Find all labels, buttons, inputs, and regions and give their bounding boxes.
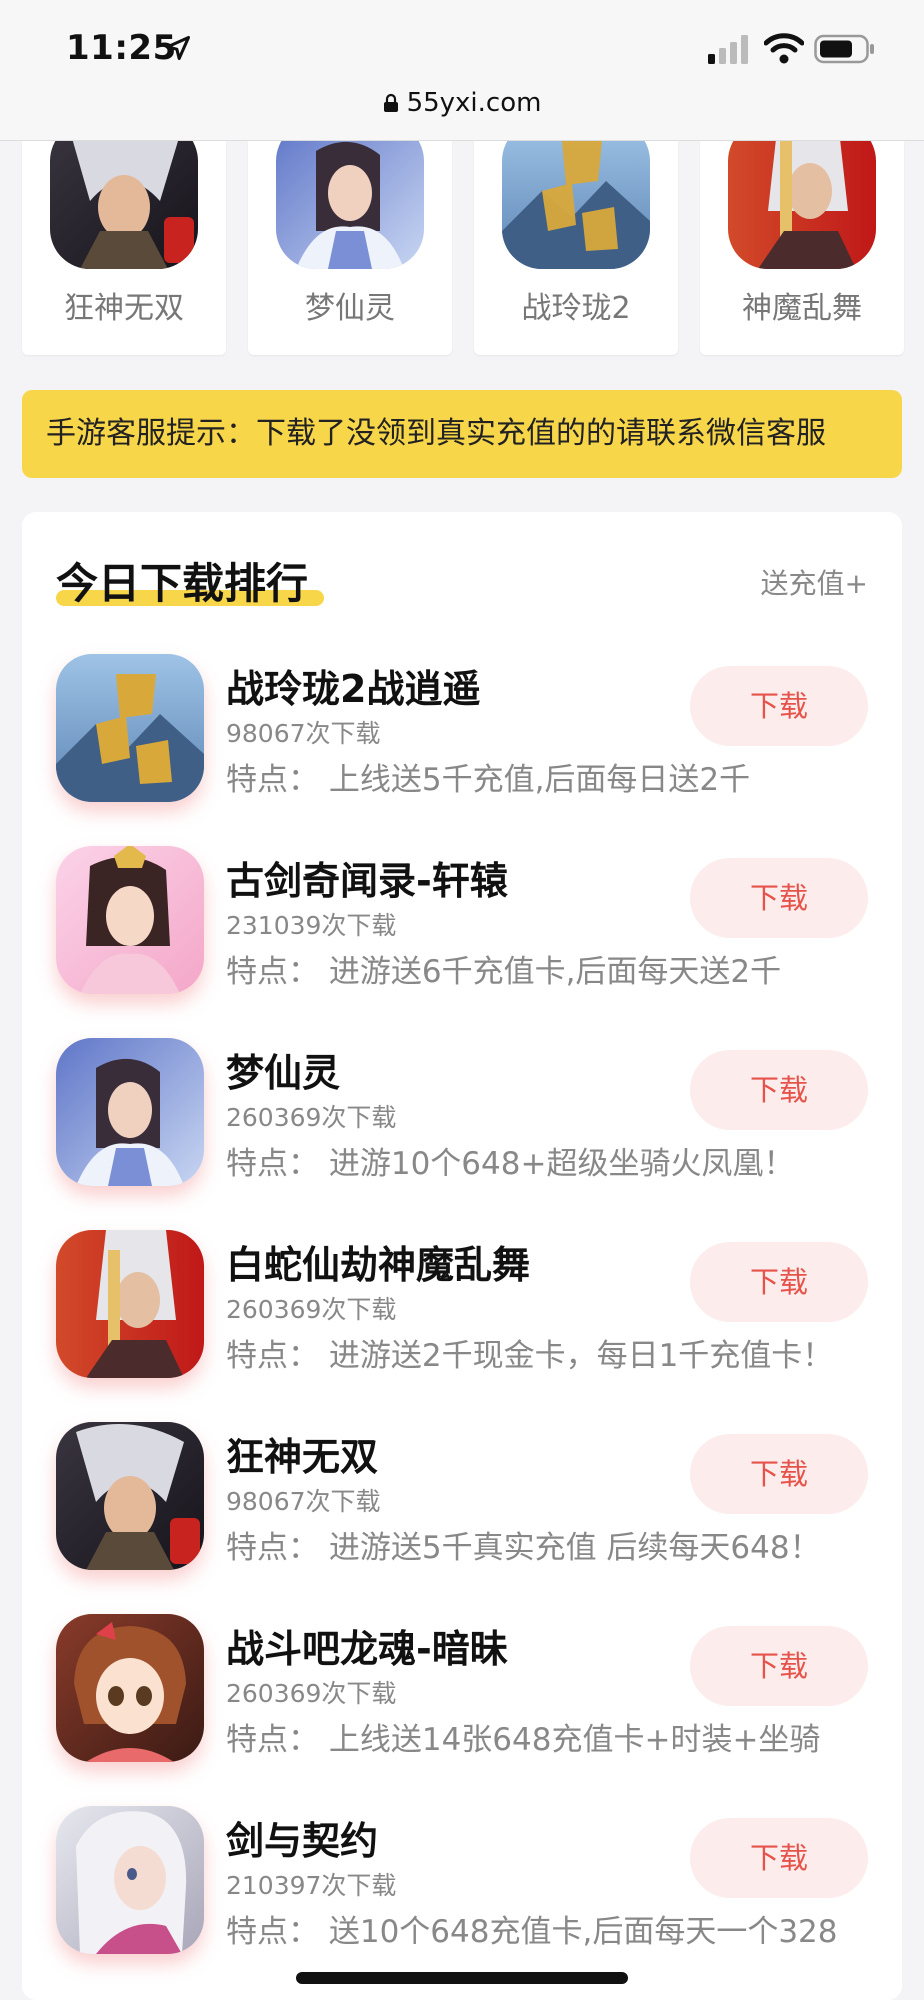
list-item[interactable]: 梦仙灵 260369次下载 特点： 进游10个648+超级坐骑火凤凰！ 下载 — [56, 1038, 886, 1208]
url-bar[interactable]: 55yxi.com — [0, 88, 924, 118]
top-game-card[interactable]: 狂神无双 — [22, 121, 226, 355]
wifi-icon — [764, 33, 804, 64]
game-feature: 特点： 上线送5千充值,后面每日送2千 — [226, 762, 751, 798]
top-game-card[interactable]: 梦仙灵 — [248, 121, 452, 355]
top-games-row: 狂神无双 梦仙灵 战玲珑2 神魔乱舞 — [22, 121, 924, 357]
game-feature: 特点： 进游送5千真实充值 后续每天648！ — [226, 1530, 821, 1566]
game-icon-jianyuqiyue — [56, 1806, 204, 1954]
game-feature: 特点： 进游送6千充值卡,后面每天送2千 — [226, 954, 782, 990]
game-feature: 特点： 送10个648充值卡,后面每天一个328 — [226, 1914, 838, 1950]
top-game-name: 梦仙灵 — [305, 291, 395, 326]
service-notice: 手游客服提示：下载了没领到真实充值的的请联系微信客服 — [22, 390, 902, 478]
game-icon-kuangshen — [50, 121, 198, 269]
game-title: 剑与契约 — [226, 1819, 379, 1863]
top-game-name: 战玲珑2 — [521, 291, 631, 326]
game-title: 白蛇仙劫神魔乱舞 — [226, 1243, 531, 1287]
game-feature: 特点： 进游送2千现金卡，每日1千充值卡！ — [226, 1338, 834, 1374]
ranking-more-link[interactable]: 送充值+ — [761, 562, 868, 602]
download-count: 260369次下载 — [226, 1295, 397, 1324]
list-item[interactable]: 古剑奇闻录-轩辕 231039次下载 特点： 进游送6千充值卡,后面每天送2千 … — [56, 846, 886, 1016]
list-item[interactable]: 狂神无双 98067次下载 特点： 进游送5千真实充值 后续每天648！ 下载 — [56, 1422, 886, 1592]
game-icon-zhanlinglong — [502, 121, 650, 269]
top-game-card[interactable]: 神魔乱舞 — [700, 121, 904, 355]
top-game-name: 神魔乱舞 — [742, 291, 862, 326]
download-button[interactable]: 下载 — [690, 1050, 868, 1130]
download-count: 231039次下载 — [226, 911, 397, 940]
top-game-card[interactable]: 战玲珑2 — [474, 121, 678, 355]
download-count: 98067次下载 — [226, 1487, 381, 1516]
game-icon-mengxianling — [56, 1038, 204, 1186]
game-icon-mengxianling — [276, 121, 424, 269]
download-button[interactable]: 下载 — [690, 858, 868, 938]
status-time: 11:25 — [66, 28, 177, 68]
game-icon-shenmo — [728, 121, 876, 269]
list-item[interactable]: 白蛇仙劫神魔乱舞 260369次下载 特点： 进游送2千现金卡，每日1千充值卡！… — [56, 1230, 886, 1400]
game-title: 梦仙灵 — [226, 1051, 341, 1095]
cellular-signal-icon — [708, 35, 748, 64]
browser-top-bar: 11:25 55yxi.com — [0, 0, 924, 141]
game-feature: 特点： 上线送14张648充值卡+时装+坐骑 — [226, 1722, 821, 1758]
url-text: 55yxi.com — [406, 88, 542, 118]
download-ranking-panel: 今日下载排行 送充值+ 战玲珑2战逍遥 98067次下载 特点： 上线送5千充值… — [22, 512, 902, 2000]
list-item[interactable]: 剑与契约 210397次下载 特点： 送10个648充值卡,后面每天一个328 … — [56, 1806, 886, 1976]
download-button[interactable]: 下载 — [690, 1242, 868, 1322]
download-button[interactable]: 下载 — [690, 1626, 868, 1706]
game-title: 战玲珑2战逍遥 — [226, 667, 481, 711]
battery-icon — [814, 34, 874, 64]
list-item[interactable]: 战斗吧龙魂-暗昧 260369次下载 特点： 上线送14张648充值卡+时装+坐… — [56, 1614, 886, 1784]
game-icon-longhun — [56, 1614, 204, 1762]
location-arrow-icon — [165, 35, 191, 61]
top-game-name: 狂神无双 — [64, 291, 184, 326]
game-title: 古剑奇闻录-轩辕 — [226, 859, 508, 903]
download-button[interactable]: 下载 — [690, 1818, 868, 1898]
game-icon-shenmo — [56, 1230, 204, 1378]
download-count: 260369次下载 — [226, 1679, 397, 1708]
download-count: 260369次下载 — [226, 1103, 397, 1132]
ranking-title: 今日下载排行 — [56, 559, 309, 608]
download-button[interactable]: 下载 — [690, 1434, 868, 1514]
game-icon-zhanlinglong — [56, 654, 204, 802]
list-item[interactable]: 战玲珑2战逍遥 98067次下载 特点： 上线送5千充值,后面每日送2千 下载 — [56, 654, 886, 824]
download-count: 210397次下载 — [226, 1871, 397, 1900]
download-count: 98067次下载 — [226, 719, 381, 748]
lock-icon — [383, 93, 398, 112]
game-title: 战斗吧龙魂-暗昧 — [226, 1627, 508, 1671]
game-feature: 特点： 进游10个648+超级坐骑火凤凰！ — [226, 1146, 795, 1182]
game-title: 狂神无双 — [226, 1435, 379, 1479]
game-icon-kuangshen — [56, 1422, 204, 1570]
game-icon-gujian — [56, 846, 204, 994]
home-indicator[interactable] — [296, 1972, 628, 1984]
download-button[interactable]: 下载 — [690, 666, 868, 746]
